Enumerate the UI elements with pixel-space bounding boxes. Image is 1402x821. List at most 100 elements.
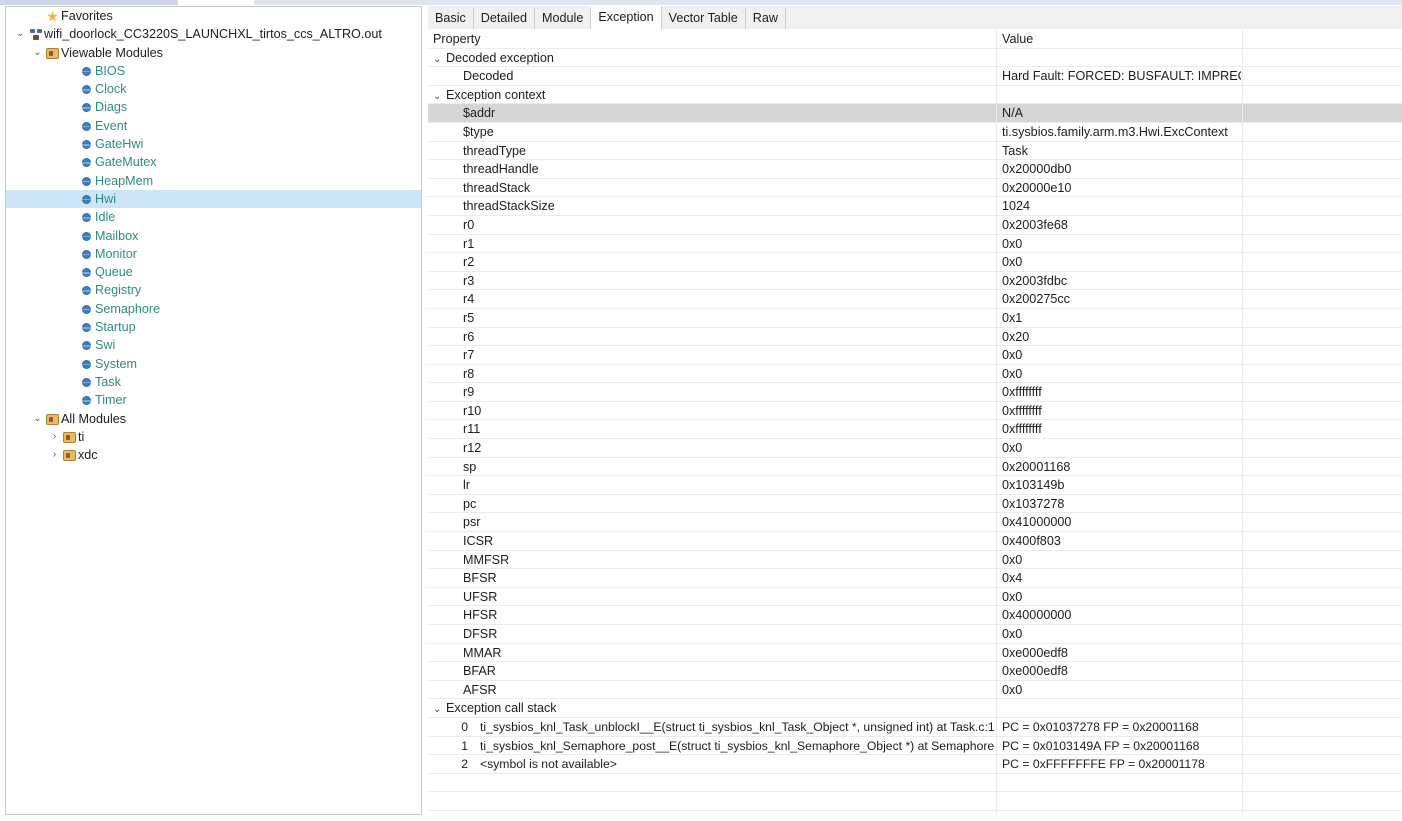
table-row[interactable]: r10 0xffffffff	[428, 401, 1402, 421]
tree-item-system[interactable]: System	[6, 355, 421, 373]
cell-value: 0x40000000	[996, 606, 1241, 625]
tree-item-semaphore[interactable]: Semaphore	[6, 300, 421, 318]
table-row[interactable]: threadStackSize 1024	[428, 197, 1402, 216]
cell-property: UFSR	[463, 589, 498, 604]
cell-property: pc	[463, 496, 477, 511]
table-row[interactable]: pc 0x1037278	[428, 494, 1402, 514]
table-row[interactable]: $type ti.sysbios.family.arm.m3.Hwi.ExcCon…	[428, 122, 1402, 142]
table-row[interactable]: r6 0x20	[428, 327, 1402, 347]
tree-item-timer[interactable]: Timer	[6, 391, 421, 409]
table-row[interactable]: ICSR 0x400f803	[428, 532, 1402, 551]
module-tree-panel[interactable]: Favorites ⌄ wifi_doorlock_CC3220S_LAUNCHXL…	[5, 6, 422, 815]
cell-property: HFSR	[463, 608, 498, 623]
table-row[interactable]: HFSR 0x40000000	[428, 606, 1402, 625]
chevron-down-icon[interactable]: ⌄	[433, 51, 446, 68]
tree-item-swi[interactable]: Swi	[6, 336, 421, 354]
tree-item-gatehwi[interactable]: GateHwi	[6, 135, 421, 153]
tree-item-idle[interactable]: Idle	[6, 208, 421, 226]
column-header-value[interactable]: Value	[996, 30, 1241, 49]
tree-item-diags[interactable]: Diags	[6, 98, 421, 116]
tree-item-monitor[interactable]: Monitor	[6, 245, 421, 263]
table-row[interactable]: psr 0x41000000	[428, 513, 1402, 533]
tree-item-clock[interactable]: Clock	[6, 80, 421, 98]
chevron-down-icon[interactable]: ⌄	[14, 25, 27, 43]
tree-item-label: Registry	[95, 283, 142, 298]
tree-item-viewable-modules[interactable]: ⌄ Viewable Modules	[6, 44, 421, 62]
table-group-row[interactable]: ⌄ Decoded exception	[428, 48, 1402, 68]
stack-frame-row[interactable]: 1 ti_sysbios_knl_Semaphore_post__E(struct…	[428, 736, 1402, 756]
table-row[interactable]: r5 0x1	[428, 308, 1402, 328]
table-row[interactable]: threadStack 0x20000e10	[428, 178, 1402, 198]
tree-item-hwi[interactable]: Hwi	[6, 189, 421, 209]
tree-item-heapmem[interactable]: HeapMem	[6, 172, 421, 190]
table-row[interactable]: r9 0xffffffff	[428, 383, 1402, 402]
table-row[interactable]: Decoded Hard Fault: FORCED: BUSFAULT: IMP…	[428, 67, 1402, 86]
table-row[interactable]: UFSR 0x0	[428, 587, 1402, 607]
table-row[interactable]: r11 0xffffffff	[428, 420, 1402, 440]
property-table[interactable]: Property Value ⌄ Decoded exception Decoded…	[428, 30, 1402, 815]
tree-item-favorites[interactable]: Favorites	[6, 7, 421, 25]
cell-property: ⌄ Decoded exception	[428, 49, 995, 68]
tree-item-ti[interactable]: › ti	[6, 428, 421, 446]
tree-item-all-modules[interactable]: ⌄ All Modules	[6, 410, 421, 428]
table-row[interactable]: DFSR 0x0	[428, 625, 1402, 644]
table-group-row[interactable]: ⌄ Exception context	[428, 85, 1402, 105]
tab-exception[interactable]: Exception	[591, 6, 662, 30]
tree-item-xdc[interactable]: › xdc	[6, 446, 421, 464]
table-row[interactable]: BFSR 0x4	[428, 569, 1402, 588]
chevron-down-icon[interactable]: ⌄	[433, 88, 446, 105]
chevron-down-icon[interactable]: ⌄	[433, 701, 446, 718]
stack-frame-row[interactable]: 0 ti_sysbios_knl_Task_unblockI__E(struct …	[428, 717, 1402, 737]
table-row[interactable]: r8 0x0	[428, 364, 1402, 384]
stack-frame-symbol: ti_sysbios_knl_Semaphore_post__E(struct …	[480, 738, 995, 753]
view-tab-fragment-left[interactable]	[0, 0, 178, 5]
tree-item-gatemutex[interactable]: GateMutex	[6, 153, 421, 171]
tree-item-label: GateMutex	[95, 155, 157, 170]
tree-item-queue[interactable]: Queue	[6, 263, 421, 281]
table-row[interactable]: r4 0x200275cc	[428, 290, 1402, 309]
chevron-right-icon[interactable]: ›	[48, 428, 61, 446]
table-row[interactable]: lr 0x103149b	[428, 476, 1402, 495]
table-row[interactable]: BFAR 0xe000edf8	[428, 662, 1402, 681]
table-row[interactable]: r3 0x2003fdbc	[428, 271, 1402, 291]
table-row[interactable]: threadType Task	[428, 141, 1402, 161]
cell-extra	[1242, 457, 1402, 477]
tree-item-task[interactable]: Task	[6, 373, 421, 391]
column-header-property[interactable]: Property	[428, 30, 995, 49]
chevron-down-icon[interactable]: ⌄	[31, 410, 44, 428]
chevron-down-icon[interactable]: ⌄	[31, 44, 44, 62]
module-tree-list[interactable]: Favorites ⌄ wifi_doorlock_CC3220S_LAUNCHXL…	[6, 7, 421, 464]
cell-value	[996, 48, 1241, 68]
tree-item-startup[interactable]: Startup	[6, 318, 421, 336]
table-row[interactable]: MMAR 0xe000edf8	[428, 643, 1402, 663]
view-tab-fragment-right[interactable]	[254, 0, 1402, 5]
table-row[interactable]: r12 0x0	[428, 439, 1402, 458]
table-row[interactable]: sp 0x20001168	[428, 457, 1402, 477]
table-row[interactable]: threadHandle 0x20000db0	[428, 160, 1402, 179]
table-row[interactable]: r2 0x0	[428, 253, 1402, 272]
tree-item-label: Semaphore	[95, 301, 161, 316]
tab-raw[interactable]: Raw	[745, 8, 786, 30]
tab-module[interactable]: Module	[535, 8, 592, 30]
column-header-extra[interactable]	[1242, 30, 1402, 49]
tab-detailed[interactable]: Detailed	[473, 8, 536, 30]
tree-item-event[interactable]: Event	[6, 117, 421, 135]
table-row[interactable]: $addr N/A	[428, 104, 1402, 123]
chevron-right-icon[interactable]: ›	[48, 446, 61, 464]
cell-property: lr	[463, 478, 470, 493]
tree-item-mailbox[interactable]: Mailbox	[6, 227, 421, 245]
table-row[interactable]: r1 0x0	[428, 234, 1402, 254]
table-row[interactable]: MMFSR 0x0	[428, 550, 1402, 570]
table-row[interactable]: r7 0x0	[428, 346, 1402, 365]
stack-frame-index: 2	[461, 757, 468, 772]
stack-frame-row[interactable]: 2 <symbol is not available> PC = 0xFFFFFFF…	[428, 755, 1402, 774]
module-dot-icon	[82, 341, 91, 351]
tree-item-bios[interactable]: BIOS	[6, 62, 421, 80]
table-group-row[interactable]: ⌄ Exception call stack	[428, 699, 1402, 718]
tab-vector-table[interactable]: Vector Table	[661, 8, 746, 30]
table-row[interactable]: r0 0x2003fe68	[428, 215, 1402, 235]
tree-item-registry[interactable]: Registry	[6, 281, 421, 299]
tab-basic[interactable]: Basic	[428, 8, 474, 30]
tree-item-wifi-doorlock-cc3220s-launchxl-tirtos-ccs-altro-out[interactable]: ⌄ wifi_doorlock_CC3220S_LAUNCHXL_tirtos_c…	[6, 25, 421, 43]
table-row[interactable]: AFSR 0x0	[428, 680, 1402, 700]
